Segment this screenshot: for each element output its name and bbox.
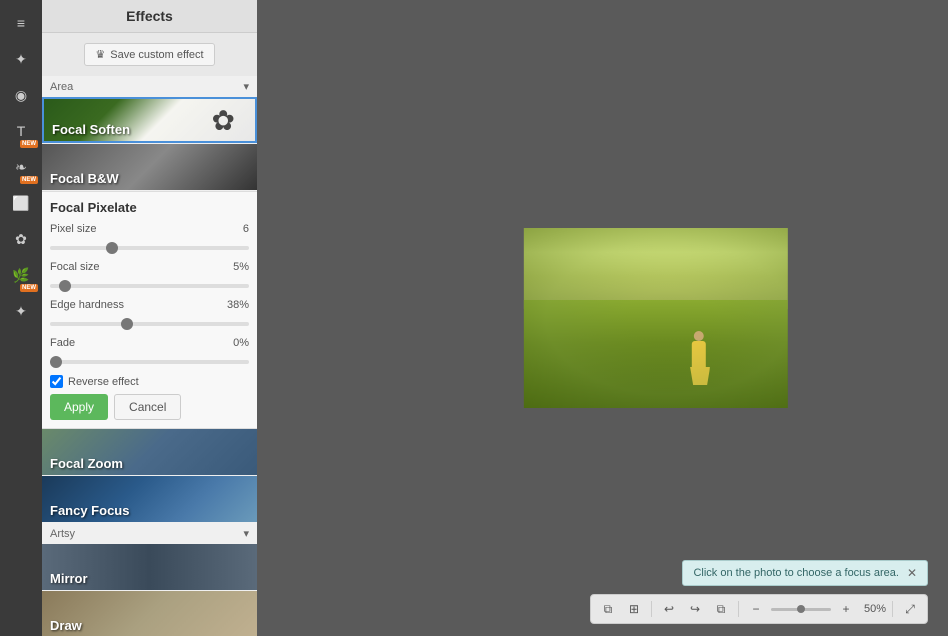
zoom-thumb: [797, 605, 805, 613]
undo-icon[interactable]: ↩: [658, 598, 680, 620]
toolbar-separator-3: [892, 601, 893, 617]
mirror-label: Mirror: [50, 571, 88, 586]
zoom-slider[interactable]: [771, 608, 831, 611]
area-section-header: Area ▾: [42, 76, 257, 97]
mirror-thumb[interactable]: Mirror: [42, 544, 257, 590]
zoom-value: 50%: [864, 603, 886, 615]
copy-icon[interactable]: ⧉: [710, 598, 732, 620]
toolbar-magic-icon[interactable]: ✦: [6, 44, 36, 74]
focal-pixelate-panel: Focal Pixelate Pixel size 6 Focal size 5…: [42, 191, 257, 429]
zoom-plus-icon[interactable]: +: [835, 598, 857, 620]
fancy-focus-label: Fancy Focus: [50, 503, 129, 518]
focal-zoom-thumb[interactable]: Focal Zoom: [42, 429, 257, 475]
main-canvas-area[interactable]: Click on the photo to choose a focus are…: [257, 0, 948, 636]
toolbar-frame-icon[interactable]: ⬜: [6, 188, 36, 218]
focal-bw-label: Focal B&W: [50, 171, 119, 186]
artsy-section-header: Artsy ▾: [42, 523, 257, 544]
photo-scene: [523, 228, 787, 408]
reverse-effect-checkbox[interactable]: [50, 375, 63, 388]
effects-panel: Effects ♛ Save custom effect Area ▾ Foca…: [42, 0, 257, 636]
tooltip-close-button[interactable]: ✕: [907, 566, 917, 580]
reverse-effect-label: Reverse effect: [68, 376, 139, 388]
fade-slider[interactable]: [50, 360, 249, 364]
focal-soften-label: Focal Soften: [52, 122, 130, 137]
reverse-effect-row: Reverse effect: [50, 375, 249, 388]
tooltip-message: Click on the photo to choose a focus are…: [693, 567, 898, 579]
photo-blur-overlay: [523, 228, 787, 408]
pixel-size-row: Pixel size 6: [50, 223, 249, 255]
redo-icon[interactable]: ↪: [684, 598, 706, 620]
tooltip-bar: Click on the photo to choose a focus are…: [682, 560, 928, 586]
flower-decoration: ✿: [212, 104, 235, 137]
apply-button[interactable]: Apply: [50, 394, 108, 420]
new-badge-2: NEW: [20, 176, 38, 184]
new-badge: NEW: [20, 140, 38, 148]
draw-label: Draw: [50, 618, 82, 633]
fade-row: Fade 0%: [50, 337, 249, 369]
focal-zoom-label: Focal Zoom: [50, 456, 123, 471]
zoom-minus-icon[interactable]: −: [745, 598, 767, 620]
artsy-dropdown-icon[interactable]: ▾: [243, 527, 249, 540]
toolbar-text-icon[interactable]: T NEW: [6, 116, 36, 146]
new-badge-3: NEW: [20, 284, 38, 292]
photo-container[interactable]: [523, 228, 787, 408]
edge-hardness-slider[interactable]: [50, 322, 249, 326]
bottom-toolbar: ⧉ ⊞ ↩ ↪ ⧉ − + 50% ⤢: [590, 594, 928, 624]
fancy-focus-thumb[interactable]: Fancy Focus: [42, 476, 257, 522]
focal-pixelate-title: Focal Pixelate: [50, 200, 249, 215]
cancel-button[interactable]: Cancel: [114, 394, 181, 420]
draw-thumb[interactable]: Draw: [42, 591, 257, 636]
effects-panel-title: Effects: [42, 0, 257, 33]
toolbar-separator-2: [738, 601, 739, 617]
grid-icon[interactable]: ⊞: [623, 598, 645, 620]
expand-icon[interactable]: ⤢: [899, 598, 921, 620]
toolbar-extra-icon[interactable]: ✦: [6, 296, 36, 326]
toolbar-effects-icon[interactable]: 🌿 NEW: [6, 260, 36, 290]
focal-size-row: Focal size 5%: [50, 261, 249, 293]
pixel-size-slider[interactable]: [50, 246, 249, 250]
toolbar-separator-1: [651, 601, 652, 617]
focal-soften-thumb[interactable]: Focal Soften ✿: [42, 97, 257, 143]
toolbar-texture-icon[interactable]: ✿: [6, 224, 36, 254]
toolbar-retouch-icon[interactable]: ◉: [6, 80, 36, 110]
edge-hardness-row: Edge hardness 38%: [50, 299, 249, 331]
focal-bw-thumb[interactable]: Focal B&W: [42, 144, 257, 190]
action-buttons-row: Apply Cancel: [50, 394, 249, 420]
area-dropdown-icon[interactable]: ▾: [243, 80, 249, 93]
left-toolbar: ≡ ✦ ◉ T NEW ❧ NEW ⬜ ✿ 🌿 NEW ✦: [0, 0, 42, 636]
focal-size-slider[interactable]: [50, 284, 249, 288]
photo-display[interactable]: [523, 228, 787, 408]
toolbar-leaf-icon[interactable]: ❧ NEW: [6, 152, 36, 182]
effects-scroll-area[interactable]: Area ▾ Focal Soften ✿ Focal B&W Focal Pi…: [42, 76, 257, 636]
toolbar-sliders-icon[interactable]: ≡: [6, 8, 36, 38]
crown-icon: ♛: [95, 48, 105, 61]
save-custom-button[interactable]: ♛ Save custom effect: [84, 43, 214, 66]
layers-icon[interactable]: ⧉: [597, 598, 619, 620]
